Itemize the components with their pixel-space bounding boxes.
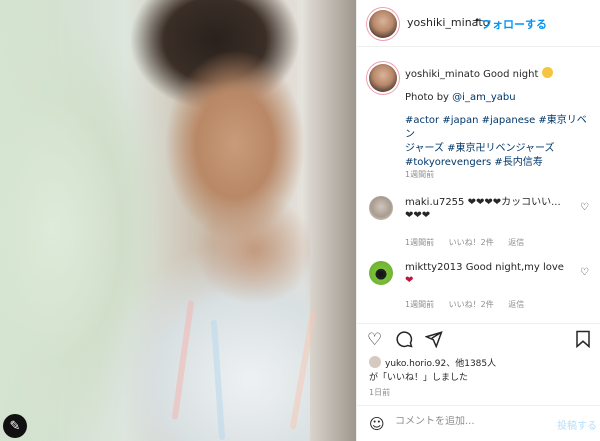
comment-item: miktty2013 Good night,my love ❤ ♡ — [369, 261, 589, 301]
comment-avatar[interactable] — [369, 261, 393, 285]
separator-dot: • — [474, 14, 481, 27]
post-sidebar: yoshiki_minato • フォローする yoshiki_minato G… — [356, 0, 600, 441]
likes-others[interactable]: 他1385人 — [455, 359, 496, 369]
comment-text-cont: ❤❤❤ — [405, 210, 431, 221]
caption-timestamp: 1週間前 — [405, 170, 435, 179]
comment-time: 1週間前 — [405, 300, 435, 309]
heart-icon[interactable]: ♡ — [367, 330, 382, 350]
comment-like-heart-icon[interactable]: ♡ — [580, 201, 589, 214]
hashtags-line[interactable]: ジャーズ #東京卍リベンジャーズ — [405, 142, 593, 156]
comment-like-heart-icon[interactable]: ♡ — [580, 266, 589, 279]
hashtags-line[interactable]: #tokyorevengers #長内信寿 — [405, 156, 593, 170]
comment-time: 1週間前 — [405, 238, 435, 247]
comment-username[interactable]: maki.u7255 — [405, 197, 464, 208]
comment-input[interactable] — [395, 416, 535, 427]
comment-likes[interactable]: いいね！2件 — [449, 238, 494, 247]
caption: yoshiki_minato Good night Photo by @i_am… — [405, 67, 593, 170]
comment-text: ❤❤❤❤カッコいい... — [467, 197, 561, 208]
comment-username[interactable]: miktty2013 — [405, 262, 463, 273]
comment-icon[interactable] — [395, 330, 413, 353]
follow-button[interactable]: フォローする — [481, 16, 547, 32]
caption-username[interactable]: yoshiki_minato — [405, 69, 480, 80]
hashtags-line[interactable]: #actor #japan #japanese #東京リベン — [405, 114, 593, 142]
add-comment-bar: ☺ 投稿する — [357, 405, 600, 441]
caption-text: Good night — [483, 69, 539, 80]
comment-meta: 1週間前 いいね！2件 返信 — [405, 237, 536, 248]
shirt-stripe — [210, 319, 226, 441]
post-header: yoshiki_minato • フォローする — [357, 0, 600, 47]
post-photo[interactable] — [0, 0, 356, 441]
action-bar: ♡ — [357, 323, 600, 359]
photographer-link[interactable]: @i_am_yabu — [452, 92, 515, 103]
comment-avatar[interactable] — [369, 196, 393, 220]
comment-text-cont: ❤ — [405, 275, 414, 286]
comment-reply-button[interactable]: 返信 — [508, 300, 524, 309]
comment-likes[interactable]: いいね！2件 — [449, 300, 494, 309]
photo-by-label: Photo by — [405, 92, 449, 103]
photo-window-frame — [310, 0, 356, 441]
comment-reply-button[interactable]: 返信 — [508, 238, 524, 247]
watermark-icon: ✎ — [3, 414, 27, 438]
photo-haze — [0, 0, 150, 441]
comment-text: Good night,my love — [465, 262, 564, 273]
likes-suffix: が「いいね！」しました — [369, 373, 469, 383]
sleepy-emoji-icon — [541, 67, 553, 78]
emoji-icon[interactable]: ☺ — [369, 415, 385, 433]
shirt-stripe — [171, 300, 195, 420]
share-icon[interactable] — [424, 330, 443, 353]
avatar[interactable] — [369, 10, 397, 38]
likes-summary: yuko.horio.92、他1385人 が「いいね！」しました — [369, 356, 594, 385]
post-date: 1日前 — [369, 388, 391, 397]
post-button[interactable]: 投稿する — [557, 417, 597, 432]
bookmark-icon[interactable] — [575, 330, 591, 353]
caption-avatar[interactable] — [369, 64, 397, 92]
liker-username[interactable]: yuko.horio.92 — [385, 359, 446, 369]
liker-avatar[interactable] — [369, 356, 381, 368]
comment-meta: 1週間前 いいね！2件 返信 — [405, 299, 536, 310]
